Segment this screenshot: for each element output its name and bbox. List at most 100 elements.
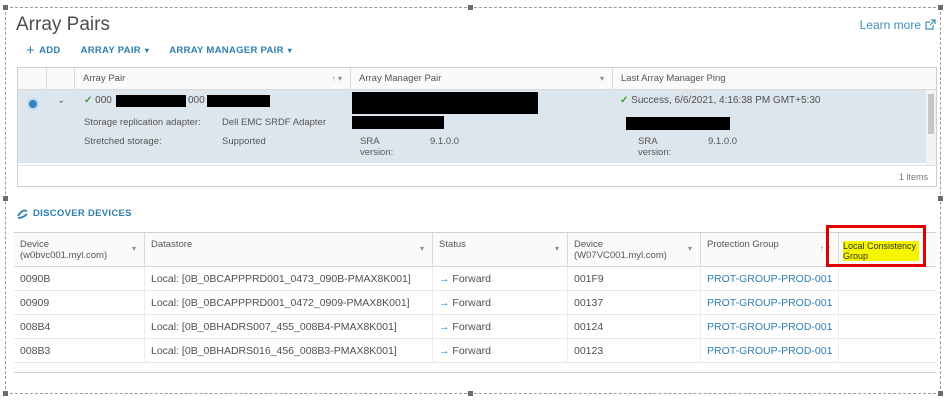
grid-header: Device (w0bvc001.myl.com) ▾ Datastore ▾ … [14,233,936,267]
discover-label: DISCOVER DEVICES [33,208,132,219]
sra-version-value: 9.1.0.0 [430,136,460,147]
page-title: Array Pairs [16,14,110,35]
array-pairs-grid: Array Pair ↑ ▾ Array Manager Pair ▾ Last… [17,67,937,187]
discover-devices-button[interactable]: DISCOVER DEVICES [17,208,132,219]
check-icon: ✓ [84,95,93,106]
col-array-manager-pair-label: Array Manager Pair [359,73,442,84]
sort-filter-icon[interactable]: ↑ ▾ [332,68,342,90]
cell-device-2: 00123 [567,339,700,363]
chevron-down-icon: ▾ [144,46,150,55]
sra-label: Storage replication adapter: [84,117,201,128]
add-button[interactable]: + ADD [26,41,61,59]
check-icon: ✓ [620,95,629,106]
array-manager-pair-label: ARRAY MANAGER PAIR [169,45,284,56]
table-row[interactable]: 0090B Local: [0B_0BCAPPPRD001_0473_090B-… [14,267,936,291]
cell-device-1: 00909 [20,297,50,309]
scrollbar-thumb[interactable] [928,94,934,134]
col-array-pair-label: Array Pair [83,73,126,84]
table-row-selected[interactable]: ⌄ ✓ 000 000 Storage replication adapter:… [18,90,928,163]
cell-device-1: 008B3 [20,345,51,357]
cell-status: → Forward [432,339,567,363]
col-protection-group-label: Protection Group [707,239,779,250]
redaction [626,117,730,130]
filter-icon[interactable]: ▾ [688,243,692,254]
cell-device-1: 008B4 [20,321,51,333]
col-device-1[interactable]: Device (w0bvc001.myl.com) ▾ [14,233,144,267]
array-pair-value: ✓ 000 [84,95,112,106]
redaction [352,92,538,114]
table-row[interactable]: 008B3 Local: [0B_0BHADRS016_456_008B3-PM… [14,339,936,363]
protection-group-link[interactable]: PROT-GROUP-PROD-001 [700,315,838,339]
ping-status: ✓ Success, 6/6/2021, 4:16:38 PM GMT+5:30 [620,95,821,106]
toolbar: + ADD ARRAY PAIR ▾ ARRAY MANAGER PAIR ▾ [26,41,292,59]
resize-handle-top-left[interactable] [3,5,8,10]
col-device-2-label: Device (W07VC001.myl.com) [574,239,667,261]
sra-version-label: SRA version: [360,136,394,158]
protection-group-link[interactable]: PROT-GROUP-PROD-001 [700,291,838,315]
arrow-right-icon: → [439,321,450,333]
resize-handle-left[interactable] [3,196,8,201]
sra-value: Dell EMC SRDF Adapter [222,117,327,128]
cell-device-1: 0090B [20,273,51,285]
table-row[interactable]: 00909 Local: [0B_0BCAPPPRD001_0472_0909-… [14,291,936,315]
table-row[interactable]: 008B4 Local: [0B_0BHADRS007_455_008B4-PM… [14,315,936,339]
resize-handle-bottom-right[interactable] [938,391,943,396]
redaction [352,116,444,129]
cell-local-cg [838,291,936,315]
learn-more-link[interactable]: Learn more [860,18,936,32]
cell-local-cg [838,339,936,363]
col-datastore[interactable]: Datastore ▾ [144,233,432,267]
cell-device-2: 001F9 [567,267,700,291]
plus-icon: + [26,41,36,59]
expand-column-header [46,68,74,90]
resize-handle-top[interactable] [468,5,473,10]
array-pair-label: ARRAY PAIR [80,45,141,56]
chevron-down-icon: ▾ [287,46,293,55]
col-status[interactable]: Status ▾ [432,233,567,267]
cell-status: → Forward [432,267,567,291]
cell-datastore: Local: [0B_0BCAPPPRD001_0473_090B-PMAX8K… [144,267,432,291]
cell-datastore: Local: [0B_0BHADRS007_455_008B4-PMAX8K00… [144,315,432,339]
arrow-right-icon: → [439,273,450,285]
cell-device-2: 00124 [567,315,700,339]
filter-icon[interactable]: ▾ [555,243,559,254]
resize-handle-bottom-left[interactable] [3,391,8,396]
col-last-ping[interactable]: Last Array Manager Ping [612,68,928,90]
cell-datastore: Local: [0B_0BCAPPPRD001_0472_0909-PMAX8K… [144,291,432,315]
discover-icon [17,209,28,219]
resize-handle-top-right[interactable] [938,5,943,10]
sra-version-value-2: 9.1.0.0 [708,136,738,147]
add-label: ADD [39,45,61,56]
protection-group-link[interactable]: PROT-GROUP-PROD-001 [700,267,838,291]
cell-local-cg [838,315,936,339]
col-protection-group[interactable]: Protection Group ↑ ▾ [700,233,838,267]
stretched-label: Stretched storage: [84,136,162,147]
learn-more-label: Learn more [859,18,921,32]
cell-status: → Forward [432,291,567,315]
col-array-manager-pair[interactable]: Array Manager Pair ▾ [350,68,612,90]
grid-header: Array Pair ↑ ▾ Array Manager Pair ▾ Last… [18,68,936,90]
grid-footer: 1 items [18,165,936,187]
arrow-right-icon: → [439,345,450,357]
array-pair-menu[interactable]: ARRAY PAIR ▾ [81,45,150,56]
array-manager-pair-menu[interactable]: ARRAY MANAGER PAIR ▾ [169,45,292,56]
arrow-right-icon: → [439,297,450,309]
stretched-value: Supported [222,136,266,147]
col-array-pair[interactable]: Array Pair ↑ ▾ [74,68,350,90]
vertical-scrollbar[interactable] [926,90,936,165]
col-local-consistency-group-label: Local Consistency Group [843,241,919,261]
filter-icon[interactable]: ▾ [420,243,424,254]
cell-local-cg [838,267,936,291]
filter-icon[interactable]: ▾ [132,243,136,254]
col-status-label: Status [439,239,466,250]
resize-handle-bottom[interactable] [468,391,473,396]
protection-group-link[interactable]: PROT-GROUP-PROD-001 [700,339,838,363]
redaction [116,95,186,107]
array-pair-value-2: 000 [188,95,205,106]
resize-handle-right[interactable] [938,196,943,201]
col-datastore-label: Datastore [151,239,193,250]
filter-icon[interactable]: ▾ [600,68,604,90]
row-radio-button[interactable] [27,98,39,110]
col-device-2[interactable]: Device (W07VC001.myl.com) ▾ [567,233,700,267]
chevron-down-icon[interactable]: ⌄ [57,95,65,106]
